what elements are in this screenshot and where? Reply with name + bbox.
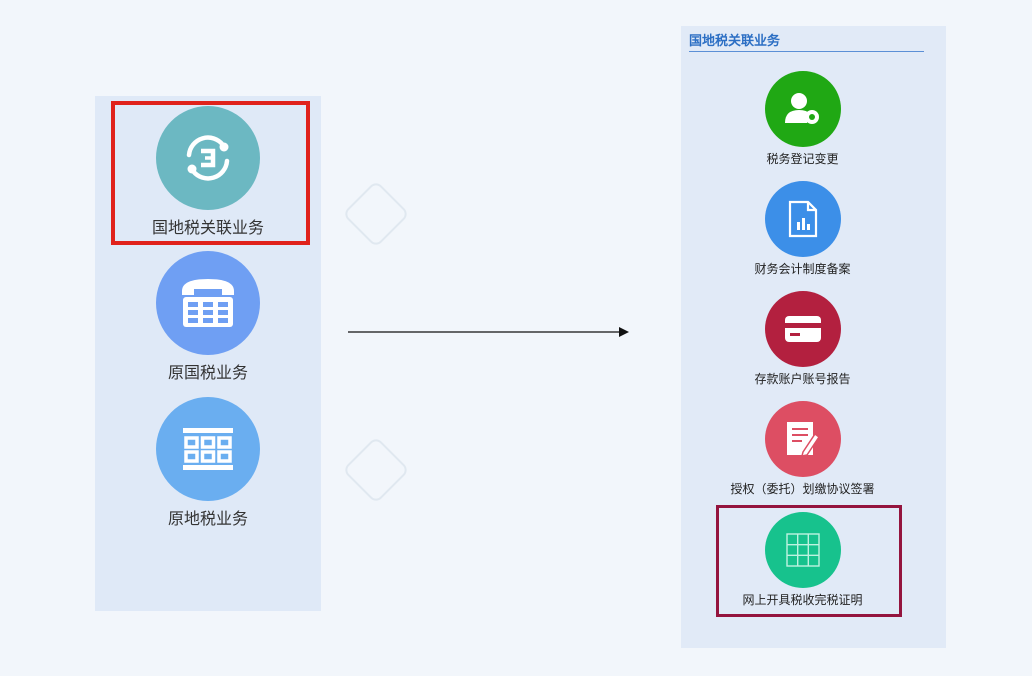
menu-item-label: 原国税业务: [167, 363, 248, 382]
menu-item-joint-tax-business[interactable]: 国地税关联业务: [95, 106, 321, 238]
service-label: 网上开具税收完税证明: [742, 593, 863, 607]
service-label: 存款账户账号报告: [754, 372, 851, 386]
menu-item-label: 国地税关联业务: [151, 218, 264, 237]
exchange-icon: [156, 106, 260, 210]
panel-title: 国地税关联业务: [689, 30, 924, 52]
edit-document-icon: [764, 401, 841, 477]
grid-icon: [156, 397, 260, 501]
user-settings-icon: [764, 71, 841, 147]
menu-item-local-tax-business[interactable]: 原地税业务: [95, 397, 321, 529]
service-label: 财务会计制度备案: [754, 262, 851, 276]
service-payment-agreement[interactable]: 授权（委托）划缴协议签署: [681, 401, 924, 497]
stage: 国地税关联业务 原国税业务 原地税业务 国地税关联业务 税务登记变更 财务会计制…: [0, 0, 1032, 676]
service-tax-payment-certificate[interactable]: 网上开具税收完税证明: [681, 512, 924, 608]
menu-item-label: 原地税业务: [167, 509, 248, 528]
bank-card-icon: [764, 291, 841, 367]
service-tax-registration-change[interactable]: 税务登记变更: [681, 71, 924, 167]
table-grid-icon: [764, 512, 841, 588]
telephone-icon: [156, 251, 260, 355]
service-bank-account-report[interactable]: 存款账户账号报告: [681, 291, 924, 387]
service-label: 税务登记变更: [766, 152, 839, 166]
service-label: 授权（委托）划缴协议签署: [730, 482, 875, 496]
service-accounting-filing[interactable]: 财务会计制度备案: [681, 181, 924, 277]
arrow-right-icon: [348, 327, 629, 337]
watermark-icon: [342, 436, 410, 504]
left-menu-panel: 国地税关联业务 原国税业务 原地税业务: [95, 96, 321, 611]
menu-item-national-tax-business[interactable]: 原国税业务: [95, 251, 321, 383]
watermark-icon: [342, 180, 410, 248]
right-submenu-panel: 国地税关联业务 税务登记变更 财务会计制度备案 存款账户账号报告 授权（委托）划…: [681, 26, 946, 648]
document-chart-icon: [764, 181, 841, 257]
